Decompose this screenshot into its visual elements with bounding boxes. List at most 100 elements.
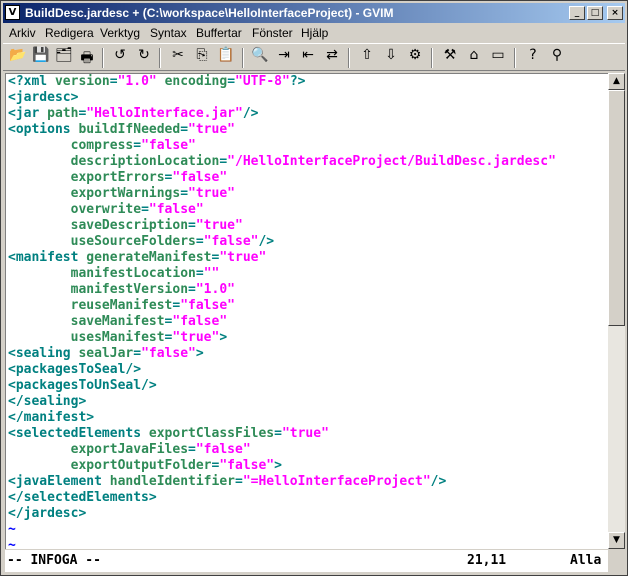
val-token: "UTF-8" (235, 74, 290, 89)
menu-fonster[interactable]: Fönster (252, 26, 293, 40)
replace-icon[interactable]: ⇄ (321, 47, 343, 69)
code-line[interactable]: reuseManifest="false" (8, 298, 235, 314)
code-line[interactable]: <packagesToUnSeal/> (8, 378, 157, 394)
menu-syntax[interactable]: Syntax (150, 26, 187, 40)
tag-token: <jardesc> (8, 90, 79, 105)
shell-icon[interactable]: ⌂ (463, 47, 485, 69)
code-line[interactable]: <jardesc> (8, 90, 78, 106)
code-line[interactable]: usesManifest="true"> (8, 330, 228, 346)
menu-arkiv[interactable]: Arkiv (9, 26, 36, 40)
code-line[interactable]: exportErrors="false" (8, 170, 228, 186)
code-line[interactable]: <packagesToSeal/> (8, 362, 141, 378)
val-token: "false" (141, 138, 196, 153)
code-line[interactable]: <jar path="HelloInterface.jar"/> (8, 106, 258, 122)
tag-token: /> (258, 234, 275, 249)
tag-token: > (274, 458, 282, 473)
code-line[interactable]: <sealing sealJar="false"> (8, 346, 204, 362)
tag-token: = (141, 202, 149, 217)
copy-icon[interactable]: ⎘ (191, 47, 213, 69)
cursor-position: 21,11 (467, 553, 507, 568)
code-line[interactable]: exportJavaFiles="false" (8, 442, 251, 458)
scroll-down-button[interactable]: ▼ (608, 532, 625, 549)
code-line[interactable]: <?xml version="1.0" encoding="UTF-8"?> (8, 74, 305, 90)
empty-line-marker[interactable]: ~ (8, 538, 16, 549)
code-line[interactable]: useSourceFolders="false"/> (8, 234, 275, 250)
val-token: "1.0" (195, 282, 235, 297)
open-icon[interactable]: 📂 (7, 47, 29, 69)
help-icon[interactable]: ? (522, 47, 544, 69)
menu-redigera[interactable]: Redigera (45, 26, 94, 40)
find-help-icon[interactable]: ⚲ (546, 47, 568, 69)
attr-token: buildIfNeeded (78, 122, 181, 137)
save-session-icon[interactable]: ⇩ (380, 47, 402, 69)
code-line[interactable]: manifestLocation="" (8, 266, 220, 282)
attr-token: exportClassFiles (148, 426, 275, 441)
run-script-icon[interactable]: ⚙ (404, 47, 426, 69)
attr-token: exportWarnings (70, 186, 181, 201)
code-line[interactable]: </jardesc> (8, 506, 86, 522)
menu-hjalp[interactable]: Hjälp (301, 26, 328, 40)
tag-jump-icon[interactable]: ▭ (487, 47, 509, 69)
close-button[interactable]: × (607, 6, 623, 20)
scroll-indicator: Alla (570, 553, 602, 568)
vertical-scrollbar[interactable]: ▲ ▼ (608, 73, 625, 549)
save-icon[interactable]: 💾 (30, 47, 52, 69)
code-line[interactable]: </sealing> (8, 394, 86, 410)
code-line[interactable]: compress="false" (8, 138, 196, 154)
code-line[interactable]: </manifest> (8, 410, 94, 426)
code-line[interactable]: saveManifest="false" (8, 314, 228, 330)
code-line[interactable]: saveDescription="true" (8, 218, 243, 234)
paste-icon[interactable]: 📋 (215, 47, 237, 69)
val-token: "false" (172, 314, 228, 329)
tilde-token: ~ (8, 538, 16, 549)
tag-token: </jardesc> (8, 506, 87, 521)
code-line[interactable]: <manifest generateManifest="true" (8, 250, 266, 266)
val-token: "false" (148, 202, 204, 217)
cut-icon[interactable]: ✂ (167, 47, 189, 69)
tag-token: <jar (8, 106, 48, 121)
maximize-button[interactable]: □ (587, 6, 603, 20)
scroll-up-button[interactable]: ▲ (608, 73, 625, 90)
minimize-button[interactable]: _ (569, 6, 585, 20)
find-icon[interactable]: 🔍 (249, 47, 271, 69)
code-line[interactable]: </selectedElements> (8, 490, 157, 506)
code-line[interactable]: overwrite="false" (8, 202, 204, 218)
load-session-icon[interactable]: ⇧ (356, 47, 378, 69)
code-line[interactable]: descriptionLocation="/HelloInterfaceProj… (8, 154, 556, 170)
menu-verktyg[interactable]: Verktyg (100, 26, 140, 40)
save-all-icon[interactable]: 🗂 (53, 47, 75, 69)
find-prev-icon[interactable]: ⇤ (297, 47, 319, 69)
attr-token: manifestVersion (70, 282, 189, 297)
tag-token: = (133, 138, 142, 153)
code-line[interactable]: exportWarnings="true" (8, 186, 235, 202)
tag-token: = (188, 442, 196, 457)
code-line[interactable]: exportOutputFolder="false"> (8, 458, 282, 474)
tag-token: </selectedElements> (8, 490, 157, 505)
tag-token (8, 442, 71, 457)
find-next-icon[interactable]: ⇥ (273, 47, 295, 69)
undo-icon[interactable]: ↺ (109, 47, 131, 69)
tag-token: <options (8, 122, 79, 137)
attr-token: useSourceFolders (70, 234, 196, 249)
tag-token (8, 234, 71, 249)
vim-app-icon[interactable]: V (5, 5, 20, 20)
make-icon[interactable]: ⚒ (439, 47, 461, 69)
attr-token: path (47, 106, 79, 121)
empty-line-marker[interactable]: ~ (8, 522, 16, 538)
title-bar[interactable]: V BuildDesc.jardesc + (C:\workspace\Hell… (3, 3, 625, 23)
tag-token (8, 458, 71, 473)
insert-mode-indicator: -- INFOGA -- (7, 553, 101, 568)
menu-buffertar[interactable]: Buffertar (196, 26, 242, 40)
tag-token (8, 202, 71, 217)
redo-icon[interactable]: ↻ (133, 47, 155, 69)
code-line[interactable]: manifestVersion="1.0" (8, 282, 235, 298)
attr-token: reuseManifest (70, 298, 173, 313)
tag-token: = (195, 266, 204, 281)
text-editor[interactable]: <?xml version="1.0" encoding="UTF-8"?> <j… (5, 73, 608, 549)
scroll-thumb[interactable] (608, 90, 625, 326)
code-line[interactable]: <selectedElements exportClassFiles="true… (8, 426, 329, 442)
code-line[interactable]: <options buildIfNeeded="true" (8, 122, 235, 138)
print-icon[interactable]: 🖶 (76, 47, 98, 69)
val-token: "true" (195, 218, 243, 233)
code-line[interactable]: <javaElement handleIdentifier="=HelloInt… (8, 474, 446, 490)
